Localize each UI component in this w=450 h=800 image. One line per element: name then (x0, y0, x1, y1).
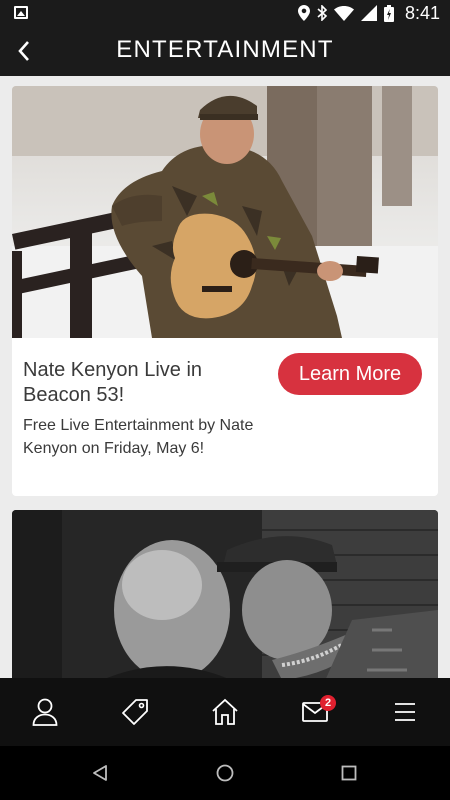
event-card[interactable]: Nate Kenyon Live in Beacon 53! Learn Mor… (12, 86, 438, 496)
wifi-icon (333, 5, 354, 21)
home-icon (212, 698, 238, 725)
nav-menu[interactable] (360, 678, 450, 746)
status-bar: 8:41 (0, 0, 450, 26)
event-card[interactable] (12, 510, 438, 678)
event-list[interactable]: Nate Kenyon Live in Beacon 53! Learn Mor… (0, 76, 450, 678)
nav-offers[interactable] (90, 678, 180, 746)
signal-icon (360, 5, 377, 21)
event-image[interactable] (12, 510, 438, 678)
nav-home[interactable] (180, 678, 270, 746)
image-icon (14, 6, 28, 19)
page-title: ENTERTAINMENT (116, 36, 334, 63)
bluetooth-icon (317, 5, 327, 21)
event-title: Nate Kenyon Live in Beacon 53! (23, 359, 203, 406)
system-recents-button[interactable] (336, 760, 362, 786)
battery-icon (383, 4, 394, 22)
home-circle-icon (216, 764, 234, 782)
clock: 8:41 (404, 2, 440, 23)
back-triangle-icon (93, 765, 107, 781)
recents-square-icon (341, 765, 357, 781)
unread-badge: 2 (320, 695, 336, 711)
system-back-button[interactable] (87, 760, 113, 786)
app-bar: ENTERTAINMENT (0, 26, 450, 76)
profile-icon (32, 698, 58, 726)
system-home-button[interactable] (212, 760, 238, 786)
location-icon (297, 5, 310, 21)
system-nav-bar (0, 746, 450, 800)
nav-profile[interactable] (0, 678, 90, 746)
tag-icon (122, 699, 148, 725)
nav-messages[interactable]: 2 (270, 678, 360, 746)
event-description: Free Live Entertainment by Nate Kenyon o… (23, 417, 254, 457)
event-image[interactable] (12, 86, 438, 338)
menu-icon (395, 703, 415, 721)
back-arrow-icon (18, 41, 29, 61)
bottom-nav: 2 (0, 678, 450, 746)
back-button[interactable] (4, 31, 44, 71)
status-icons: 8:41 (297, 0, 440, 26)
learn-more-button[interactable]: Learn More (278, 353, 422, 395)
